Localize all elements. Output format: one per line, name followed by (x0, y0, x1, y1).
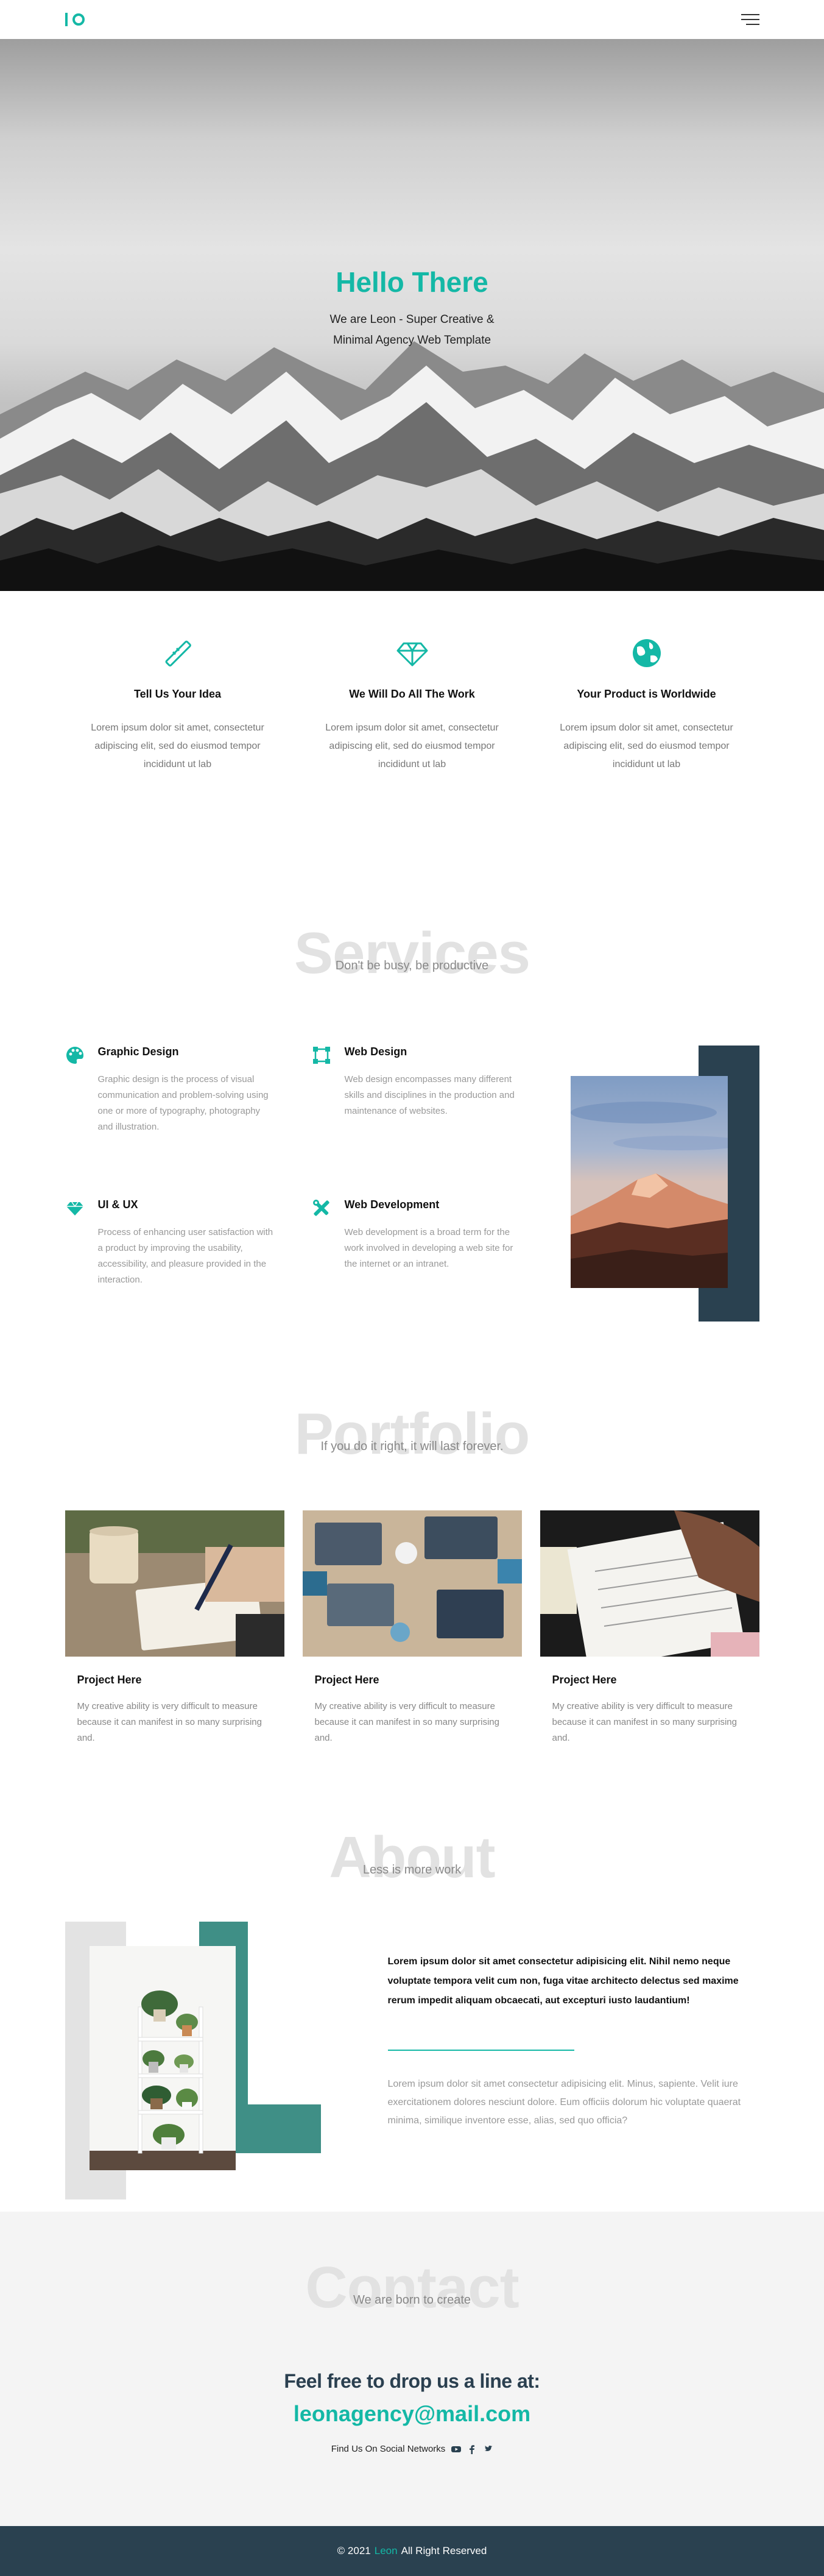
palette-icon (66, 1047, 83, 1064)
portfolio-section: Portfolio If you do it right, it will la… (0, 1322, 824, 1746)
service-text: Process of enhancing user satisfaction w… (97, 1226, 273, 1285)
pen-tool-icon (165, 640, 191, 667)
social-row: Find Us On Social Networks (65, 2444, 759, 2454)
section-watermark: Contact (305, 2255, 519, 2320)
portfolio-title: Project Here (314, 1674, 379, 1686)
footer-rights: All Right Reserved (401, 2545, 487, 2557)
feature-text: Lorem ipsum dolor sit amet, consectetur … (91, 723, 264, 770)
service-title: Web Design (344, 1046, 407, 1058)
service-title: UI & UX (97, 1198, 138, 1211)
gem-icon (66, 1201, 83, 1215)
features-section: Tell Us Your Idea Lorem ipsum dolor sit … (0, 591, 824, 829)
feature-item: Tell Us Your Idea Lorem ipsum dolor sit … (83, 637, 272, 774)
facebook-icon[interactable] (467, 2444, 477, 2454)
section-heading: Contact We are born to create (65, 2254, 759, 2321)
twitter-icon[interactable] (483, 2444, 493, 2454)
logo-bar (65, 13, 68, 26)
service-text: Graphic design is the process of visual … (97, 1074, 269, 1132)
portfolio-text: My creative ability is very difficult to… (77, 1701, 262, 1743)
hero-section: Hello There We are Leon - Super Creative… (0, 39, 824, 591)
hero-title: Hello There (336, 266, 488, 298)
service-title: Web Development (344, 1198, 440, 1211)
section-watermark: Portfolio (294, 1401, 530, 1467)
feature-item: We Will Do All The Work Lorem ipsum dolo… (318, 637, 507, 774)
services-photo-frame (570, 1046, 759, 1322)
service-item: UI & UX Process of enhancing user satisf… (65, 1198, 287, 1322)
portfolio-title: Project Here (552, 1674, 617, 1686)
portfolio-text: My creative ability is very difficult to… (552, 1701, 737, 1743)
section-tagline: Don't be busy, be productive (335, 959, 489, 972)
feature-title: Tell Us Your Idea (133, 688, 222, 700)
section-heading: Services Don't be busy, be productive (65, 920, 759, 987)
hamburger-menu-icon[interactable] (741, 14, 759, 25)
youtube-icon[interactable] (451, 2444, 462, 2454)
section-watermark: Services (294, 921, 530, 986)
diamond-icon (396, 642, 428, 667)
service-item: Web Design Web design encompasses many d… (312, 1046, 534, 1169)
hero-subtitle: We are Leon - Super Creative & Minimal A… (329, 313, 495, 347)
section-heading: About Less is more work (65, 1824, 759, 1891)
social-label: Find Us On Social Networks (331, 2444, 446, 2454)
about-section: About Less is more work Lorem ipsum dolo… (0, 1746, 824, 2212)
feature-item: Your Product is Worldwide Lorem ipsum do… (552, 637, 741, 774)
io-logo[interactable] (65, 13, 85, 26)
section-tagline: Less is more work (362, 1863, 462, 1877)
footer-brand-link[interactable]: Leon (375, 2545, 398, 2557)
section-heading: Portfolio If you do it right, it will la… (65, 1401, 759, 1468)
section-tagline: We are born to create (353, 2293, 471, 2307)
service-text: Web development is a broad term for the … (344, 1226, 513, 1269)
feature-text: Lorem ipsum dolor sit amet, consectetur … (325, 723, 499, 770)
section-tagline: If you do it right, it will last forever… (320, 1440, 504, 1453)
about-art (65, 1922, 321, 2199)
mountain-sunset-photo (570, 1076, 728, 1288)
section-watermark: About (329, 1825, 495, 1890)
vector-square-icon (312, 1047, 330, 1064)
service-item: Graphic Design Graphic design is the pro… (65, 1046, 287, 1169)
portfolio-image[interactable] (302, 1510, 522, 1657)
service-item: Web Development Web development is a bro… (312, 1198, 534, 1322)
about-body-text: Lorem ipsum dolor sit amet consectetur a… (387, 2079, 741, 2126)
feature-title: Your Product is Worldwide (577, 688, 716, 700)
feature-title: We Will Do All The Work (349, 688, 475, 700)
about-highlight-text: Lorem ipsum dolor sit amet consectetur a… (387, 1956, 739, 2006)
service-text: Web design encompasses many different sk… (344, 1074, 515, 1116)
top-nav (0, 0, 824, 39)
portfolio-card[interactable]: Project Here My creative ability is very… (65, 1510, 284, 1746)
plant-shelf-photo (89, 1946, 236, 2170)
logo-ring (72, 13, 85, 26)
mountain-illustration (0, 341, 824, 591)
service-title: Graphic Design (97, 1046, 179, 1058)
portfolio-text: My creative ability is very difficult to… (314, 1701, 499, 1743)
portfolio-title: Project Here (77, 1674, 142, 1686)
services-section: Services Don't be busy, be productive Gr… (0, 829, 824, 1322)
globe-icon (632, 639, 661, 667)
portfolio-card[interactable]: Project Here My creative ability is very… (302, 1510, 522, 1746)
feature-text: Lorem ipsum dolor sit amet, consectetur … (560, 723, 733, 770)
tools-icon (312, 1199, 329, 1216)
portfolio-image[interactable] (540, 1510, 759, 1657)
portfolio-card[interactable]: Project Here My creative ability is very… (540, 1510, 759, 1746)
portfolio-image[interactable] (65, 1510, 284, 1657)
footer-copyright: © 2021 (337, 2545, 371, 2557)
contact-section: Contact We are born to create Feel free … (0, 2212, 824, 2526)
site-footer: © 2021 Leon All Right Reserved (0, 2526, 824, 2576)
contact-email-link[interactable]: leonagency@mail.com (65, 2401, 759, 2427)
teal-divider (387, 2050, 574, 2051)
contact-line: Feel free to drop us a line at: (284, 2370, 540, 2392)
